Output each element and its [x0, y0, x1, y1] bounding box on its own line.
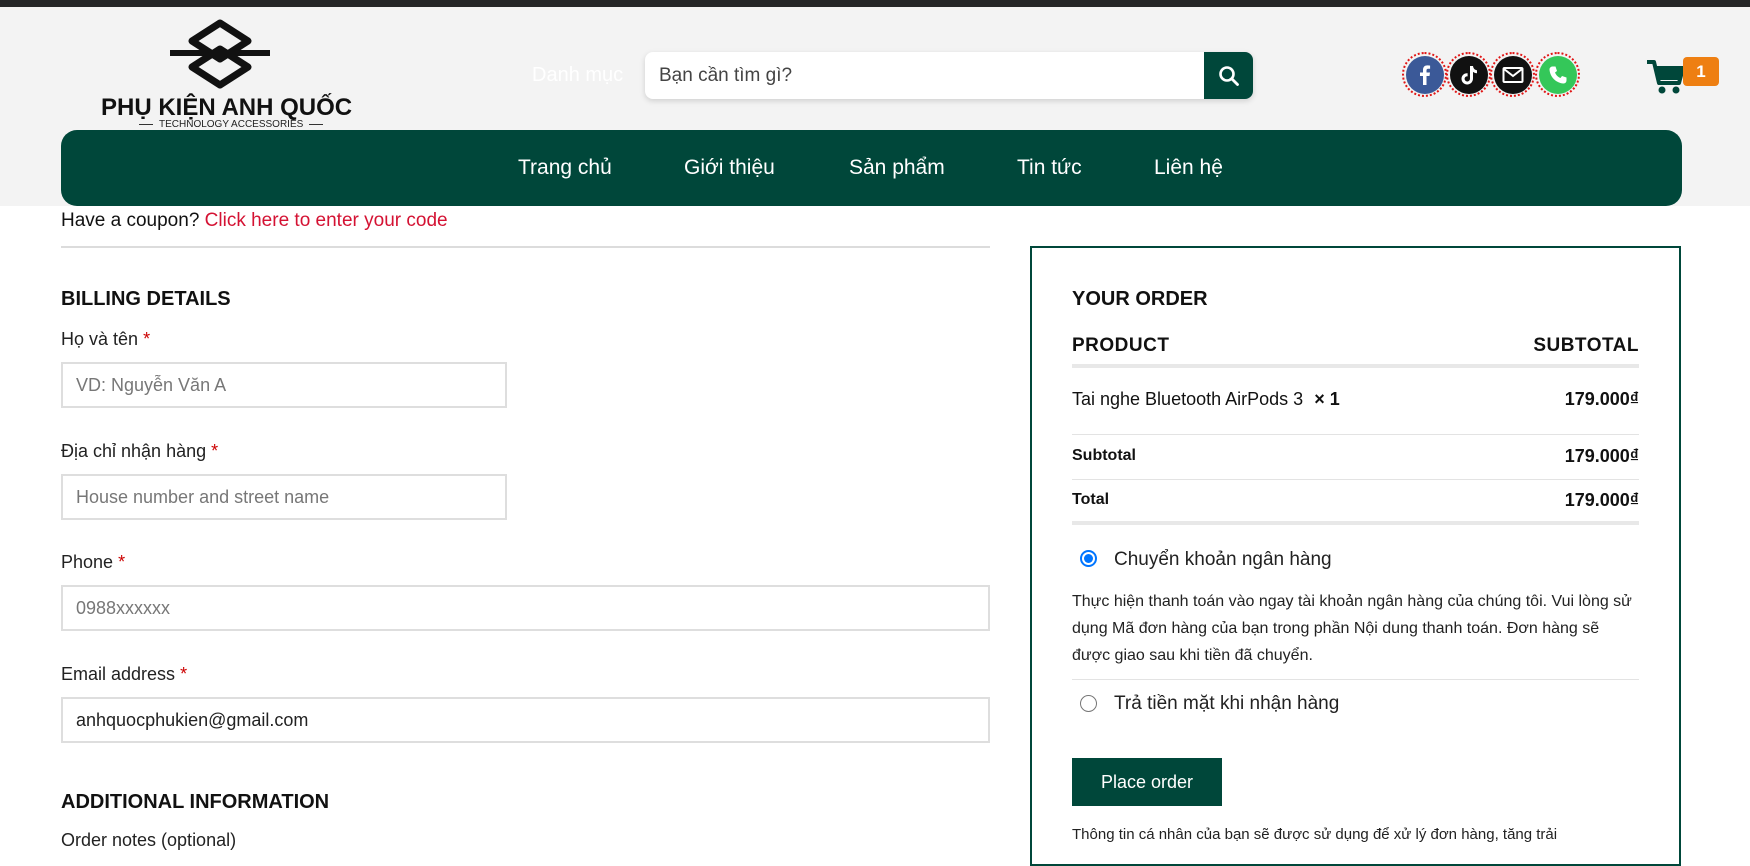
- billing-title: BILLING DETAILS: [61, 288, 231, 310]
- search-button[interactable]: [1204, 52, 1253, 99]
- coupon-notice: Have a coupon? Click here to enter your …: [61, 210, 448, 232]
- email-label: Email address *: [61, 664, 187, 685]
- address-field: [61, 474, 507, 520]
- coupon-divider: [61, 246, 990, 248]
- search-input[interactable]: [645, 52, 1205, 99]
- row-divider: [1072, 434, 1639, 435]
- order-notes-label: Order notes (optional): [61, 830, 237, 850]
- subtotal-row: Subtotal 179.000₫: [1072, 446, 1639, 466]
- phone-label-text: Phone: [61, 552, 114, 572]
- cart-count-badge: 1: [1683, 57, 1719, 86]
- email-field: [61, 697, 990, 743]
- tiktok-button[interactable]: [1446, 52, 1491, 97]
- bank-transfer-radio[interactable]: [1080, 550, 1097, 567]
- cod-radio[interactable]: [1080, 695, 1097, 712]
- phone-field: [61, 585, 990, 631]
- address-label-text: Địa chỉ nhận hàng: [61, 441, 207, 461]
- email-icon: [1493, 55, 1532, 94]
- facebook-icon: [1405, 55, 1444, 94]
- total-divider: [1072, 521, 1639, 525]
- subtotal-label: Subtotal: [1072, 447, 1136, 464]
- item-name: Tai nghe Bluetooth AirPods 3: [1072, 389, 1304, 409]
- tiktok-icon: [1449, 55, 1488, 94]
- nav-item-home[interactable]: Trang chủ: [518, 156, 612, 180]
- fullname-input[interactable]: [63, 364, 505, 406]
- item-price: 179.000₫: [1564, 389, 1639, 409]
- coupon-text: Have a coupon?: [61, 210, 200, 231]
- category-menu[interactable]: Danh mục: [532, 64, 623, 87]
- cod-label[interactable]: Trả tiền mặt khi nhận hàng: [1114, 693, 1339, 715]
- phone-icon: [1538, 55, 1577, 94]
- total-label: Total: [1072, 491, 1110, 508]
- total-value: 179.000₫: [1564, 490, 1639, 510]
- fullname-label: Họ và tên *: [61, 329, 150, 350]
- facebook-button[interactable]: [1402, 52, 1447, 97]
- phone-button[interactable]: [1535, 52, 1580, 97]
- top-strip: [0, 0, 1750, 7]
- brand-tagline: TECHNOLOGY ACCESSORIES: [133, 119, 329, 130]
- required-mark: *: [211, 441, 219, 461]
- search-bar: [645, 52, 1253, 99]
- required-mark: *: [180, 664, 188, 684]
- address-input[interactable]: [63, 476, 505, 518]
- total-row: Total 179.000₫: [1072, 490, 1639, 510]
- cart-button[interactable]: 1: [1645, 52, 1725, 97]
- email-input[interactable]: [63, 699, 988, 741]
- bank-transfer-description: Thực hiện thanh toán vào ngay tài khoản …: [1072, 593, 1632, 664]
- additional-info-title: ADDITIONAL INFORMATION: [61, 791, 330, 813]
- subtotal-value: 179.000₫: [1564, 446, 1639, 466]
- required-mark: *: [143, 329, 151, 349]
- phone-input[interactable]: [63, 587, 988, 629]
- header-divider: [1072, 364, 1639, 368]
- coupon-link[interactable]: Click here to enter your code: [205, 210, 448, 231]
- main-nav: Trang chủ Giới thiệu Sản phẩm Tin tức Li…: [61, 130, 1682, 206]
- privacy-notice: Thông tin cá nhân của bạn sẽ được sử dụn…: [1072, 826, 1558, 843]
- subtotal-column-header: SUBTOTAL: [1533, 335, 1639, 356]
- bank-transfer-label[interactable]: Chuyển khoản ngân hàng: [1114, 549, 1332, 571]
- email-label-text: Email address: [61, 664, 176, 684]
- cart-icon: [1647, 60, 1685, 94]
- email-button[interactable]: [1490, 52, 1535, 97]
- item-quantity: × 1: [1314, 389, 1340, 409]
- nav-item-contact[interactable]: Liên hệ: [1154, 156, 1223, 180]
- search-icon: [1218, 65, 1239, 86]
- site-logo[interactable]: PHỤ KIỆN ANH QUỐC TECHNOLOGY ACCESSORIES: [95, 19, 352, 130]
- row-divider: [1072, 479, 1639, 480]
- order-title: YOUR ORDER: [1072, 288, 1208, 310]
- address-label: Địa chỉ nhận hàng *: [61, 441, 218, 462]
- fullname-field: [61, 362, 507, 408]
- phone-label: Phone *: [61, 552, 125, 573]
- order-summary: YOUR ORDER PRODUCT SUBTOTAL Tai nghe Blu…: [1030, 246, 1681, 866]
- nav-item-news[interactable]: Tin tức: [1017, 156, 1082, 180]
- order-table-header: PRODUCT SUBTOTAL: [1072, 335, 1639, 357]
- product-column-header: PRODUCT: [1072, 335, 1170, 356]
- payment-divider: [1072, 679, 1639, 680]
- required-mark: *: [118, 552, 126, 572]
- order-item-row: Tai nghe Bluetooth AirPods 3 × 1 179.000…: [1072, 389, 1639, 410]
- brand-name: PHỤ KIỆN ANH QUỐC: [101, 94, 353, 121]
- fullname-label-text: Họ và tên: [61, 329, 139, 349]
- logo-mark-icon: [170, 19, 270, 89]
- nav-item-about[interactable]: Giới thiệu: [684, 156, 775, 180]
- nav-item-products[interactable]: Sản phẩm: [849, 156, 945, 180]
- place-order-button[interactable]: Place order: [1072, 758, 1222, 806]
